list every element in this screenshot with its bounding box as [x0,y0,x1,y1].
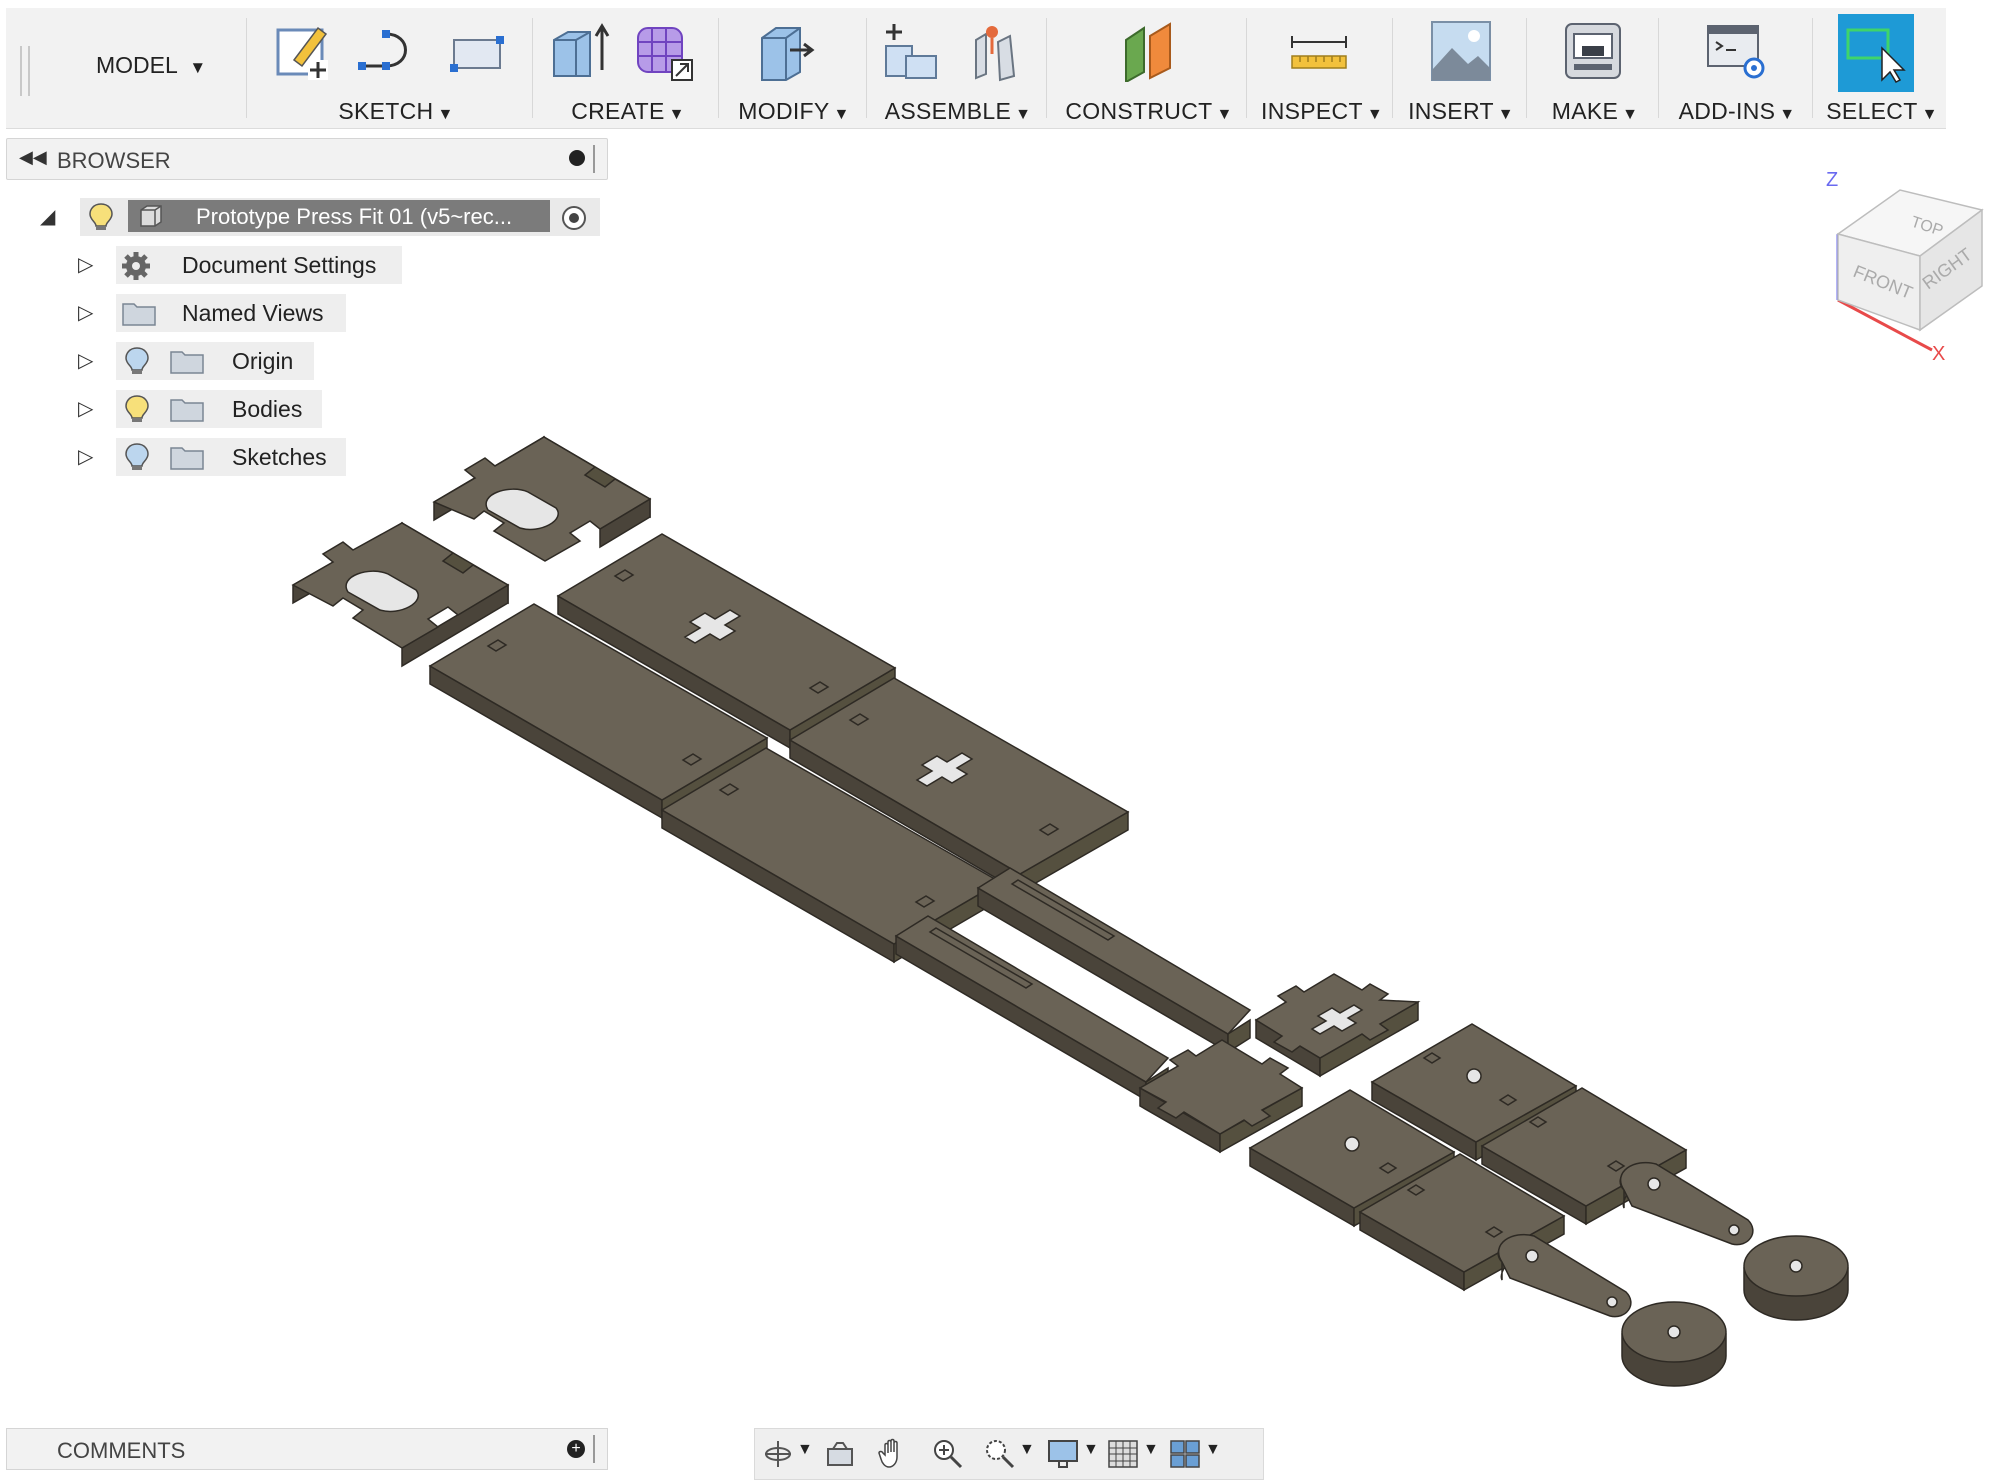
origin-label: Origin [232,348,294,374]
display-settings-icon[interactable] [1047,1439,1079,1469]
expanded-triangle-icon[interactable]: ◢ [40,204,55,229]
browser-root-row[interactable]: ◢ Prototype Press Fit 01 (v5~rec... [0,198,610,236]
part-body[interactable] [432,435,652,562]
part-body[interactable] [1497,1233,1632,1318]
collapsed-triangle-icon[interactable]: ▷ [78,300,93,325]
visibility-bulb-icon[interactable] [124,346,150,376]
collapsed-triangle-icon[interactable]: ▷ [78,444,93,469]
add-comment-icon[interactable]: + [567,1440,585,1458]
look-at-icon[interactable] [825,1439,855,1469]
folder-icon [170,399,204,422]
part-body[interactable] [1254,973,1421,1078]
navigation-bar: ▼ ▼ ▼ ▼ ▼ [754,1428,1264,1480]
grid-icon[interactable] [1107,1439,1139,1469]
collapsed-triangle-icon[interactable]: ▷ [78,252,93,277]
fit-icon[interactable] [983,1437,1015,1469]
activate-radio[interactable] [562,206,586,230]
visibility-bulb-icon[interactable] [88,202,114,232]
orbit-icon[interactable] [763,1439,793,1469]
browser-item-named-views[interactable]: ▷ Named Views [0,294,420,332]
chevron-down-icon[interactable]: ▼ [1019,1441,1035,1459]
chevron-down-icon[interactable]: ▼ [1083,1441,1099,1459]
viewcube[interactable]: TOP FRONT RIGHT Z X [1820,160,2000,360]
pan-hand-icon[interactable] [877,1437,909,1469]
part-body[interactable] [1743,1235,1849,1321]
sketches-label: Sketches [232,444,327,470]
browser-item-origin[interactable]: ▷ Origin [0,342,420,380]
collapse-browser-icon[interactable]: ◀◀ [19,147,47,168]
viewports-icon[interactable] [1169,1439,1201,1469]
folder-icon [170,351,204,374]
chevron-down-icon[interactable]: ▼ [1143,1441,1159,1459]
browser-toggle-icon[interactable] [569,150,585,166]
bodies-label: Bodies [232,396,303,422]
folder-icon [122,303,156,326]
comments-panel-header: COMMENTS + [6,1428,608,1470]
part-body[interactable] [1619,1161,1754,1246]
comments-title: COMMENTS [57,1438,186,1463]
browser-header: ◀◀ BROWSER [6,138,608,180]
collapsed-triangle-icon[interactable]: ▷ [78,348,93,373]
visibility-bulb-icon[interactable] [124,442,150,472]
folder-icon [170,447,204,470]
named-views-label: Named Views [182,300,324,326]
browser-title: BROWSER [57,148,171,173]
document-settings-label: Document Settings [182,252,377,278]
root-component-label[interactable]: Prototype Press Fit 01 (v5~rec... [128,200,550,232]
component-icon [140,205,162,227]
browser-item-document-settings[interactable]: ▷ Document Settings [0,246,420,284]
chevron-down-icon[interactable]: ▼ [797,1441,813,1459]
gear-icon [122,252,150,280]
chevron-down-icon[interactable]: ▼ [1205,1441,1221,1459]
panel-grip[interactable] [593,1435,599,1463]
axis-x-label: X [1932,343,1945,360]
collapsed-triangle-icon[interactable]: ▷ [78,396,93,421]
browser-item-sketches[interactable]: ▷ Sketches [0,438,420,476]
part-body[interactable] [1621,1301,1727,1387]
browser-item-bodies[interactable]: ▷ Bodies [0,390,420,428]
zoom-icon[interactable] [931,1437,963,1469]
visibility-bulb-icon[interactable] [124,394,150,424]
axis-z-label: Z [1826,169,1838,191]
panel-grip[interactable] [593,145,599,173]
